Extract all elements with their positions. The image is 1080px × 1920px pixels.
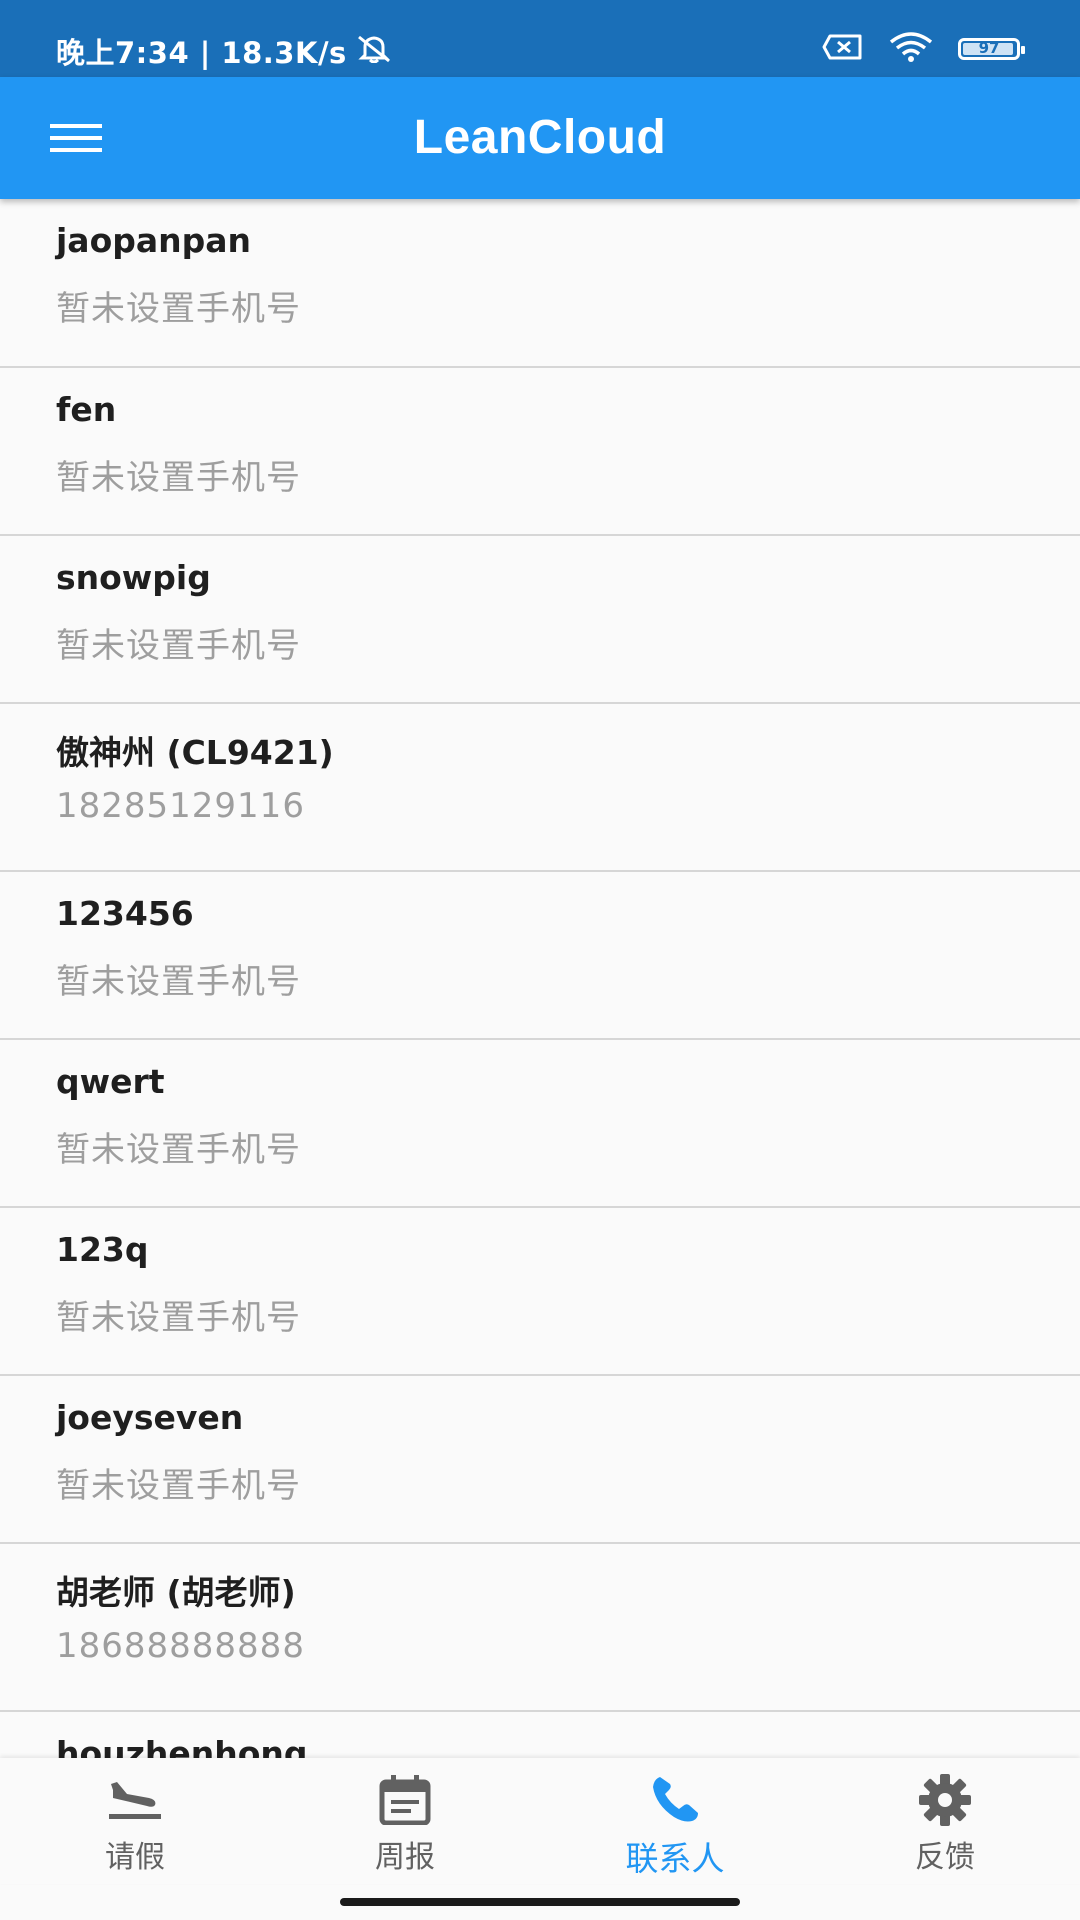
nav-label-contacts: 联系人 xyxy=(625,1839,725,1878)
bottom-navigation: 请假 周报 联系人 反馈 xyxy=(0,1758,1080,1884)
contact-row[interactable]: jaopanpan 暂未设置手机号 xyxy=(0,199,1080,368)
contact-name: jaopanpan xyxy=(56,221,252,260)
status-bar: 晚上7:34 | 18.3K/s 97 xyxy=(0,0,1080,77)
status-left: 晚上7:34 | 18.3K/s xyxy=(56,30,393,72)
contact-name: fen xyxy=(56,390,117,429)
contact-name: houzhenhong xyxy=(56,1734,308,1758)
status-time: 晚上7:34 | 18.3K/s xyxy=(56,36,347,70)
contact-row[interactable]: 123q 暂未设置手机号 xyxy=(0,1208,1080,1376)
contact-row[interactable]: 123456 暂未设置手机号 xyxy=(0,872,1080,1040)
contact-phone: 暂未设置手机号 xyxy=(56,962,301,1002)
contact-name: snowpig xyxy=(56,558,211,597)
contact-phone: 暂未设置手机号 xyxy=(56,458,301,498)
battery-level: 97 xyxy=(978,39,1000,57)
wifi-icon xyxy=(888,32,934,66)
contact-list[interactable]: jaopanpan 暂未设置手机号 fen 暂未设置手机号 snowpig 暂未… xyxy=(0,199,1080,1758)
contact-row[interactable]: 胡老师 (胡老师) 18688888888 xyxy=(0,1544,1080,1712)
nav-item-feedback[interactable]: 反馈 xyxy=(810,1758,1080,1884)
contact-row[interactable]: joeyseven 暂未设置手机号 xyxy=(0,1376,1080,1544)
contact-row[interactable]: 傲神州 (CL9421) 18285129116 xyxy=(0,704,1080,872)
contact-row[interactable]: qwert 暂未设置手机号 xyxy=(0,1040,1080,1208)
status-right: 97 xyxy=(822,32,1025,66)
nav-label-feedback: 反馈 xyxy=(915,1840,975,1875)
nav-label-leave: 请假 xyxy=(105,1840,165,1875)
calendar-icon xyxy=(377,1772,433,1828)
contact-phone: 暂未设置手机号 xyxy=(56,1466,301,1506)
gear-icon xyxy=(917,1772,973,1828)
nav-label-weekly-report: 周报 xyxy=(375,1840,435,1875)
contact-row[interactable]: snowpig 暂未设置手机号 xyxy=(0,536,1080,704)
contact-phone: 暂未设置手机号 xyxy=(56,1130,301,1170)
contact-phone: 18688888888 xyxy=(56,1626,305,1666)
contact-phone: 18285129116 xyxy=(56,786,305,826)
bell-off-icon xyxy=(355,33,393,70)
battery-icon: 97 xyxy=(958,38,1025,60)
contact-name: 傲神州 (CL9421) xyxy=(56,733,334,772)
contact-row[interactable]: houzhenhong xyxy=(0,1712,1080,1758)
home-indicator[interactable] xyxy=(340,1898,740,1906)
nav-item-weekly-report[interactable]: 周报 xyxy=(270,1758,540,1884)
app-bar: LeanCloud xyxy=(0,77,1080,199)
contact-name: 胡老师 (胡老师) xyxy=(56,1573,296,1612)
contact-name: 123q xyxy=(56,1230,149,1269)
app-title: LeanCloud xyxy=(413,111,667,164)
nav-item-contacts[interactable]: 联系人 xyxy=(540,1758,810,1884)
contact-phone: 暂未设置手机号 xyxy=(56,1298,301,1338)
contact-phone: 暂未设置手机号 xyxy=(56,289,301,329)
phone-icon xyxy=(647,1772,703,1828)
contact-phone: 暂未设置手机号 xyxy=(56,626,301,666)
airplane-landing-icon xyxy=(107,1772,163,1828)
contact-name: 123456 xyxy=(56,894,194,933)
contact-name: qwert xyxy=(56,1062,165,1101)
contact-name: joeyseven xyxy=(56,1398,244,1437)
sim-x-icon xyxy=(822,34,864,64)
contact-row[interactable]: fen 暂未设置手机号 xyxy=(0,368,1080,536)
nav-item-leave[interactable]: 请假 xyxy=(0,1758,270,1884)
